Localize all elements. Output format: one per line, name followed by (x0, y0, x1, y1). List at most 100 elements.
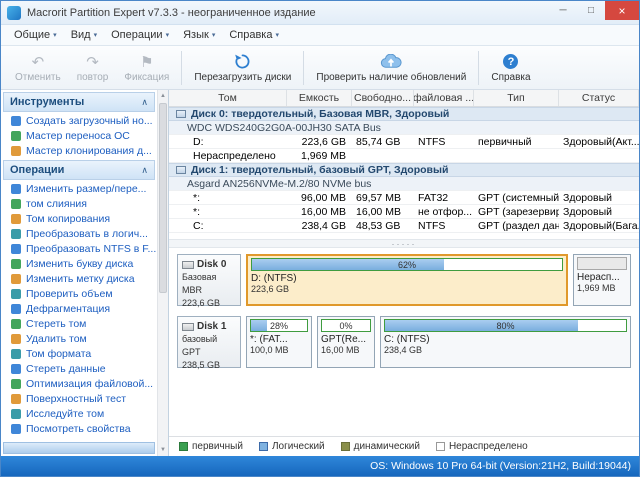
partition-label: C: (NTFS) (384, 334, 627, 345)
scroll-up-icon[interactable]: ▲ (158, 90, 168, 102)
table-row-volume-d[interactable]: D: 223,6 GB 85,74 GB NTFS первичный Здор… (169, 135, 639, 149)
sidebar-item[interactable]: Создать загрузочный но... (1, 113, 157, 128)
column-header-filesystem[interactable]: файловая ... (414, 90, 474, 106)
column-header-status[interactable]: Статус (559, 90, 639, 106)
undo-button[interactable]: ↶ Отменить (7, 48, 69, 88)
menu-item[interactable]: Операции ▾ (104, 27, 176, 43)
sidebar: Инструменты ∧ Создать загрузочный но... … (1, 90, 169, 456)
disk0-info-box[interactable]: Disk 0 Базовая MBR 223,6 GB (177, 254, 241, 306)
reload-disks-button[interactable]: Перезагрузить диски (186, 48, 299, 88)
volume-capacity: 223,6 GB (287, 136, 352, 148)
sidebar-item[interactable]: Поверхностный тест (1, 391, 157, 406)
table-row-disk1-model[interactable]: Asgard AN256NVMe-M.2/80 NVMe bus (169, 177, 639, 191)
table-row-disk0-group[interactable]: Диск 0: твердотельный, Базовая MBR, Здор… (169, 107, 639, 121)
table-row-unallocated[interactable]: Нераспределено 1,969 MB (169, 149, 639, 163)
panel-splitter[interactable]: ····· (169, 239, 639, 248)
sidebar-item-label: Стереть данные (26, 363, 106, 375)
undo-label: Отменить (15, 72, 61, 83)
menu-item[interactable]: Вид ▾ (64, 27, 104, 43)
column-header-type[interactable]: Тип (474, 90, 559, 106)
disk1-info-box[interactable]: Disk 1 базовый GPT 238,5 GB (177, 316, 241, 368)
sidebar-scrollbar[interactable]: ▲ ▼ (157, 90, 168, 456)
disk-layout: базовый GPT (182, 333, 236, 359)
partition-msr[interactable]: 0% GPT(Re... 16,00 MB (317, 316, 375, 368)
legend-label: динамический (354, 441, 420, 452)
usage-bar (577, 257, 627, 270)
sidebar-item[interactable]: Оптимизация файловой... (1, 376, 157, 391)
scroll-down-icon[interactable]: ▼ (158, 444, 168, 456)
partition-unallocated[interactable]: Нерасп... 1,969 MB (573, 254, 631, 306)
menu-item[interactable]: Справка ▾ (222, 27, 286, 43)
sidebar-item-label: Стереть том (26, 318, 86, 330)
sidebar-item[interactable]: Посмотреть свойства (1, 421, 157, 436)
menu-item[interactable]: Общие ▾ (7, 27, 64, 43)
sidebar-item[interactable]: Мастер переноса ОС (1, 128, 157, 143)
usage-bar: 80% (384, 319, 627, 332)
table-row-volume-msr[interactable]: *: 16,00 MB 16,00 MB не отфор... GPT (за… (169, 205, 639, 219)
item-icon (11, 199, 21, 209)
volume-name: *: (169, 206, 287, 218)
sidebar-item[interactable]: Стереть данные (1, 361, 157, 376)
volume-name: *: (169, 192, 287, 204)
sidebar-item[interactable]: Том формата (1, 346, 157, 361)
table-row-volume-c[interactable]: C: 238,4 GB 48,53 GB NTFS GPT (раздел да… (169, 219, 639, 233)
item-icon (11, 304, 21, 314)
title-bar[interactable]: Macrorit Partition Expert v7.3.3 - неогр… (1, 1, 639, 25)
sidebar-item[interactable]: Изменить метку диска (1, 271, 157, 286)
minimize-button[interactable]: ─ (549, 1, 577, 20)
volume-free: 69,57 MB (352, 192, 414, 204)
check-updates-button[interactable]: Проверить наличие обновлений (308, 48, 474, 88)
maximize-button[interactable]: □ (577, 1, 605, 20)
column-header-capacity[interactable]: Емкость (287, 90, 352, 106)
volume-capacity: 1,969 MB (287, 150, 352, 162)
sidebar-item[interactable]: Дефрагментация (1, 301, 157, 316)
item-icon (11, 379, 21, 389)
scrollbar-thumb[interactable] (159, 103, 167, 293)
sidebar-item[interactable]: том слияния (1, 196, 157, 211)
legend-primary: первичный (179, 441, 243, 452)
sidebar-item[interactable]: Мастер клонирования д... (1, 143, 157, 158)
sidebar-item-label: Исследуйте том (26, 408, 104, 420)
sidebar-item[interactable]: Преобразовать в логич... (1, 226, 157, 241)
column-header-volume[interactable]: Том (169, 90, 287, 106)
table-row-disk1-group[interactable]: Диск 1: твердотельный, базовый GPT, Здор… (169, 163, 639, 177)
sidebar-tools-list: Создать загрузочный но... Мастер перенос… (1, 113, 157, 158)
sidebar-item[interactable]: Удалить том (1, 331, 157, 346)
partition-c[interactable]: 80% C: (NTFS) 238,4 GB (380, 316, 631, 368)
close-button[interactable]: × (605, 1, 639, 20)
sidebar-item-label: Том формата (26, 348, 91, 360)
sidebar-item[interactable]: Проверить объем (1, 286, 157, 301)
sidebar-item[interactable]: Том копирования (1, 211, 157, 226)
sidebar-item-label: Оптимизация файловой... (26, 378, 153, 390)
redo-button[interactable]: ↷ повтор (69, 48, 117, 88)
partition-legend: первичный Логический динамический Нерасп… (169, 436, 639, 456)
partition-d[interactable]: 62% D: (NTFS) 223,6 GB (246, 254, 568, 306)
legend-unallocated: Нераспределено (436, 441, 528, 452)
partition-efi[interactable]: 28% *: (FAT... 100,0 MB (246, 316, 312, 368)
commit-button[interactable]: ⚑ Фиксация (116, 48, 177, 88)
sidebar-section-operations-header[interactable]: Операции ∧ (3, 160, 155, 180)
sidebar-item[interactable]: Исследуйте том (1, 406, 157, 421)
sidebar-item[interactable]: Стереть том (1, 316, 157, 331)
sidebar-section-partial-header[interactable] (3, 442, 155, 454)
table-row-volume-efi[interactable]: *: 96,00 MB 69,57 MB FAT32 GPT (системны… (169, 191, 639, 205)
sidebar-item[interactable]: Изменить букву диска (1, 256, 157, 271)
sidebar-section-tools-header[interactable]: Инструменты ∧ (3, 92, 155, 112)
sidebar-item-label: Проверить объем (26, 288, 113, 300)
table-row-disk0-model[interactable]: WDC WDS240G2G0A-00JH30 SATA Bus (169, 121, 639, 135)
sidebar-item-label: том слияния (26, 198, 87, 210)
help-button[interactable]: ? Справка (483, 48, 538, 88)
sidebar-item[interactable]: Изменить размер/пере... (1, 181, 157, 196)
sidebar-item-label: Дефрагментация (26, 303, 110, 315)
disk-group-label: Диск 1: твердотельный, базовый GPT, Здор… (191, 164, 448, 176)
menu-item[interactable]: Язык ▾ (176, 27, 222, 43)
sidebar-item[interactable]: Преобразовать NTFS в F... (1, 241, 157, 256)
column-header-free[interactable]: Свободно... (352, 90, 414, 106)
main-panel: Том Емкость Свободно... файловая ... Тип… (169, 90, 639, 456)
item-icon (11, 409, 21, 419)
volume-type: GPT (раздел дан... (474, 220, 559, 232)
check-updates-label: Проверить наличие обновлений (316, 72, 466, 83)
undo-icon: ↶ (32, 53, 45, 71)
disk-icon (176, 166, 186, 174)
usage-bar: 28% (250, 319, 308, 332)
